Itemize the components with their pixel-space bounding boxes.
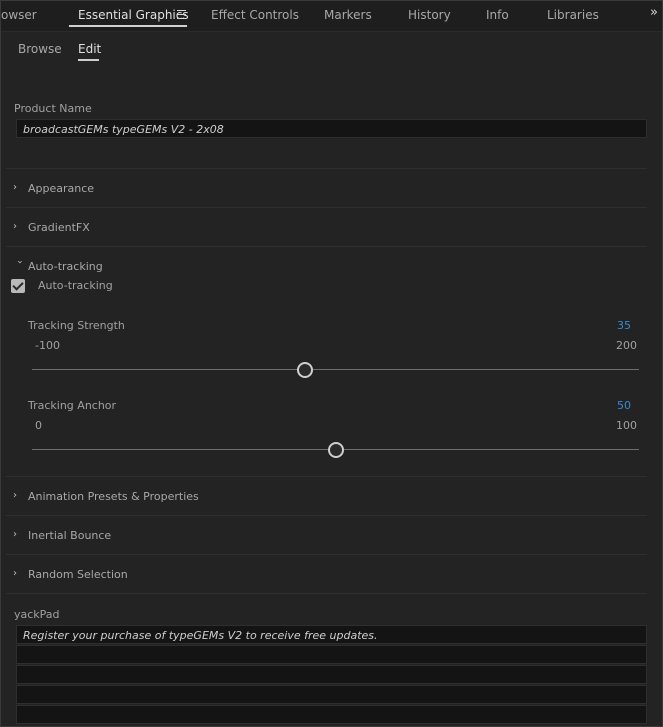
tab-essential-graphics[interactable]: Essential Graphics xyxy=(78,8,189,22)
chevron-right-icon: › xyxy=(13,529,17,540)
yackpad-line-2[interactable] xyxy=(16,645,647,664)
section-inertial-bounce[interactable]: › Inertial Bounce xyxy=(6,527,647,547)
tab-markers[interactable]: Markers xyxy=(324,8,372,22)
auto-tracking-checkbox[interactable] xyxy=(11,279,25,293)
section-label: Animation Presets & Properties xyxy=(28,490,199,503)
panel-menu-icon[interactable] xyxy=(177,10,186,19)
section-label: Random Selection xyxy=(28,568,128,581)
tab-effect-controls[interactable]: Effect Controls xyxy=(211,8,299,22)
divider xyxy=(6,593,647,594)
section-label: GradientFX xyxy=(28,221,90,234)
chevron-right-icon: › xyxy=(13,182,17,193)
tab-info[interactable]: Info xyxy=(486,8,509,22)
yackpad-line-1[interactable]: Register your purchase of typeGEMs V2 to… xyxy=(16,625,647,644)
tracking-strength-max: 200 xyxy=(616,339,637,352)
section-gradientfx[interactable]: › GradientFX xyxy=(6,219,647,239)
divider xyxy=(6,476,647,477)
tracking-anchor-min: 0 xyxy=(35,419,42,432)
product-name-label: Product Name xyxy=(14,102,92,115)
tracking-anchor-thumb[interactable] xyxy=(327,442,344,458)
chevron-right-icon: › xyxy=(13,490,17,501)
divider xyxy=(6,246,647,247)
active-tab-indicator xyxy=(69,25,187,27)
section-label: Appearance xyxy=(28,182,95,195)
tracking-anchor-max: 100 xyxy=(616,419,637,432)
divider xyxy=(6,554,647,555)
chevron-right-icon: › xyxy=(13,221,17,232)
section-appearance[interactable]: › Appearance xyxy=(6,180,647,200)
essential-graphics-panel: owser Essential Graphics Effect Controls… xyxy=(0,0,663,727)
subtab-edit[interactable]: Edit xyxy=(78,42,101,56)
panel-tab-bar: owser Essential Graphics Effect Controls… xyxy=(1,1,662,32)
yackpad-line-4[interactable] xyxy=(16,685,647,704)
tab-browser[interactable]: owser xyxy=(1,8,37,22)
tab-history[interactable]: History xyxy=(408,8,451,22)
section-random-selection[interactable]: › Random Selection xyxy=(6,566,647,586)
tracking-anchor-label: Tracking Anchor xyxy=(28,399,117,412)
yackpad-line-3[interactable] xyxy=(16,665,647,684)
product-name-field[interactable]: broadcastGEMs typeGEMs V2 - 2x08 xyxy=(16,119,647,138)
section-animation-presets[interactable]: › Animation Presets & Properties xyxy=(6,488,647,508)
section-label: Auto-tracking xyxy=(28,260,103,273)
tracking-strength-label: Tracking Strength xyxy=(28,319,125,332)
tracking-strength-track[interactable] xyxy=(32,369,639,370)
yackpad-label: yackPad xyxy=(14,608,60,621)
chevron-right-icon: › xyxy=(13,568,17,579)
chevron-down-icon: › xyxy=(14,260,25,264)
divider xyxy=(6,168,647,169)
section-auto-tracking[interactable]: › Auto-tracking xyxy=(6,258,647,278)
overflow-chevron-icon[interactable]: » xyxy=(650,5,658,20)
divider xyxy=(6,515,647,516)
tracking-strength-min: -100 xyxy=(35,339,60,352)
yackpad-line-5[interactable] xyxy=(16,705,647,724)
tracking-anchor-value[interactable]: 50 xyxy=(617,399,631,412)
subtab-browse[interactable]: Browse xyxy=(18,42,62,56)
active-subtab-indicator xyxy=(78,59,99,61)
tab-libraries[interactable]: Libraries xyxy=(547,8,599,22)
tracking-strength-value[interactable]: 35 xyxy=(617,319,631,332)
auto-tracking-checkbox-label: Auto-tracking xyxy=(38,279,113,292)
divider xyxy=(6,207,647,208)
section-label: Inertial Bounce xyxy=(28,529,112,542)
